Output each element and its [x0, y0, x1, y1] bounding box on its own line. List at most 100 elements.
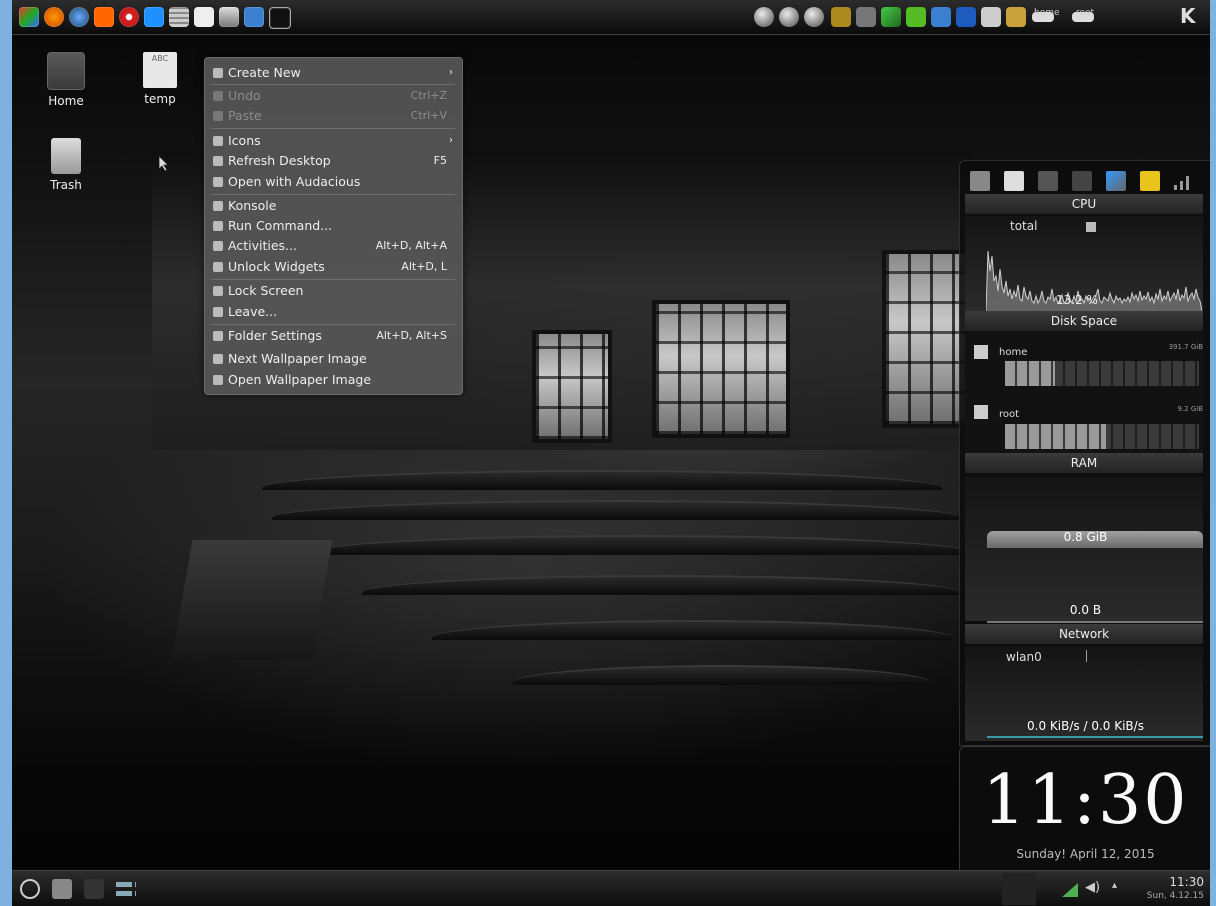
wallpaper-seat-row [262, 470, 942, 490]
media-player-icon[interactable] [19, 7, 39, 27]
disk-root-icon [974, 405, 988, 419]
menu-item-activities[interactable]: Activities... Alt+D, Alt+A [211, 236, 455, 255]
disk-root-label: root [999, 409, 1020, 420]
screen-icon[interactable] [956, 7, 976, 27]
menu-item-label: Lock Screen [228, 283, 304, 298]
cpu-usage-value: 13.2 % [1056, 293, 1098, 307]
menu-item-leave[interactable]: Leave... [211, 302, 455, 321]
desktop-icon-home[interactable]: Home [36, 52, 96, 108]
menu-item-label: Unlock Widgets [228, 259, 325, 274]
file-manager-icon[interactable] [144, 7, 164, 27]
keyboard-icon[interactable] [856, 7, 876, 27]
menu-item-label: Leave... [228, 304, 278, 319]
menu-item-konsole[interactable]: Konsole [211, 196, 455, 215]
desktop-screen[interactable]: home root K Home ABC temp Trash Create N… [12, 0, 1210, 906]
show-desktop-icon[interactable] [52, 879, 72, 899]
desktop-icon-label: temp [144, 92, 176, 106]
cpu-chip-icon[interactable] [1038, 171, 1058, 191]
vlc-icon[interactable] [94, 7, 114, 27]
disk-root-size: 9.2 GiB [1177, 405, 1203, 413]
menu-item-folder-settings[interactable]: Folder Settings Alt+D, Alt+S [211, 326, 455, 345]
desktop-icon-temp[interactable]: ABC temp [130, 52, 190, 106]
menu-item-shortcut: Alt+D, Alt+S [376, 329, 447, 342]
activities-icon [213, 241, 223, 251]
activity-manager-icon[interactable] [84, 879, 104, 899]
hardware-icon[interactable] [1072, 171, 1092, 191]
pclinuxos-menu-icon[interactable] [20, 879, 40, 899]
menu-item-label: Create New [228, 65, 301, 80]
menu-item-lock-screen[interactable]: Lock Screen [211, 281, 455, 300]
tray-widget-icon[interactable] [754, 7, 774, 27]
menu-item-icons[interactable]: Icons › [211, 131, 455, 150]
tray-widget-icon[interactable] [804, 7, 824, 27]
menu-item-next-wallpaper-image[interactable]: Next Wallpaper Image [211, 349, 455, 368]
menu-item-label: Refresh Desktop [228, 153, 331, 168]
disk-tab-root[interactable]: root [1076, 8, 1094, 18]
settings-icon [213, 331, 223, 341]
menu-item-label: Icons [228, 133, 261, 148]
settings-icon[interactable] [981, 7, 1001, 27]
menu-item-create-new[interactable]: Create New › [211, 63, 455, 82]
system-monitor-widget: CPU total 13.2 % Disk Space home 391.7 G… [959, 160, 1210, 746]
battery-icon[interactable] [1140, 171, 1160, 191]
network-icon[interactable] [931, 7, 951, 27]
wallpaper-next-icon [213, 354, 223, 364]
disc-burner-icon[interactable] [119, 7, 139, 27]
tray-expand-icon[interactable]: ▴ [1112, 880, 1117, 891]
image-viewer-icon[interactable] [881, 7, 901, 27]
ram-graph-panel [965, 477, 1203, 621]
disk-root-bar-fill [1005, 424, 1106, 449]
disk-root-bar [1005, 424, 1199, 449]
firefox-icon[interactable] [44, 7, 64, 27]
menu-item-open-with-audacious[interactable]: Open with Audacious [211, 172, 455, 191]
wallpaper-seat-row [272, 500, 962, 520]
menu-item-label: Open with Audacious [228, 174, 361, 189]
tray-clock[interactable]: 11:30 Sun, 4.12.15 [1147, 875, 1204, 903]
menu-item-unlock-widgets[interactable]: Unlock Widgets Alt+D, L [211, 257, 455, 276]
wallpaper-desk [171, 540, 333, 660]
terminal-icon[interactable] [269, 7, 291, 29]
disk-home-icon [974, 345, 988, 359]
tray-app-icon[interactable] [831, 7, 851, 27]
pager-icon[interactable] [116, 879, 136, 899]
qbittorrent-icon[interactable] [69, 7, 89, 27]
tray-spacer [1002, 873, 1036, 905]
drive-icon[interactable] [970, 171, 990, 191]
menu-item-paste: Paste Ctrl+V [211, 106, 455, 125]
text-editor-icon[interactable] [194, 7, 214, 27]
konsole-icon [213, 201, 223, 211]
menu-separator [211, 194, 455, 195]
desktop-icon-label: Trash [50, 178, 82, 192]
disk-home-size: 391.7 GiB [1168, 343, 1203, 351]
disk-tab-home[interactable]: home [1034, 8, 1060, 18]
calculator-icon[interactable] [169, 7, 189, 27]
clock-widget[interactable]: 11:30 Sunday! April 12, 2015 [959, 746, 1210, 872]
signal-bars-icon[interactable] [1172, 171, 1192, 191]
tray-widget-icon[interactable] [779, 7, 799, 27]
memory-icon[interactable] [1004, 171, 1024, 191]
tray-clock-time: 11:30 [1169, 875, 1204, 889]
network-monitor-icon[interactable] [1106, 171, 1126, 191]
menu-separator [211, 84, 455, 85]
network-manager-icon[interactable] [244, 7, 264, 27]
wallpaper-window [882, 250, 970, 428]
kde-logo-icon[interactable]: K [1180, 4, 1196, 28]
menu-item-label: Activities... [228, 238, 297, 253]
chess-icon[interactable] [219, 7, 239, 27]
wallpaper-window [652, 300, 790, 438]
lock-icon [213, 262, 223, 272]
menu-item-open-wallpaper-image[interactable]: Open Wallpaper Image [211, 370, 455, 389]
create-new-icon [213, 68, 223, 78]
top-panel: home root K [12, 0, 1210, 35]
menu-item-label: Undo [228, 88, 261, 103]
package-icon[interactable] [1006, 7, 1026, 27]
menu-item-run-command[interactable]: Run Command... [211, 216, 455, 235]
nvidia-icon[interactable] [906, 7, 926, 27]
wallpaper-seat-row [432, 620, 952, 640]
wifi-signal-icon[interactable] [1062, 883, 1078, 897]
menu-item-refresh-desktop[interactable]: Refresh Desktop F5 [211, 151, 455, 170]
text-file-icon: ABC [143, 52, 177, 88]
volume-icon[interactable]: ◀) [1085, 880, 1100, 895]
file-badge: ABC [151, 54, 169, 63]
desktop-icon-trash[interactable]: Trash [36, 138, 96, 192]
